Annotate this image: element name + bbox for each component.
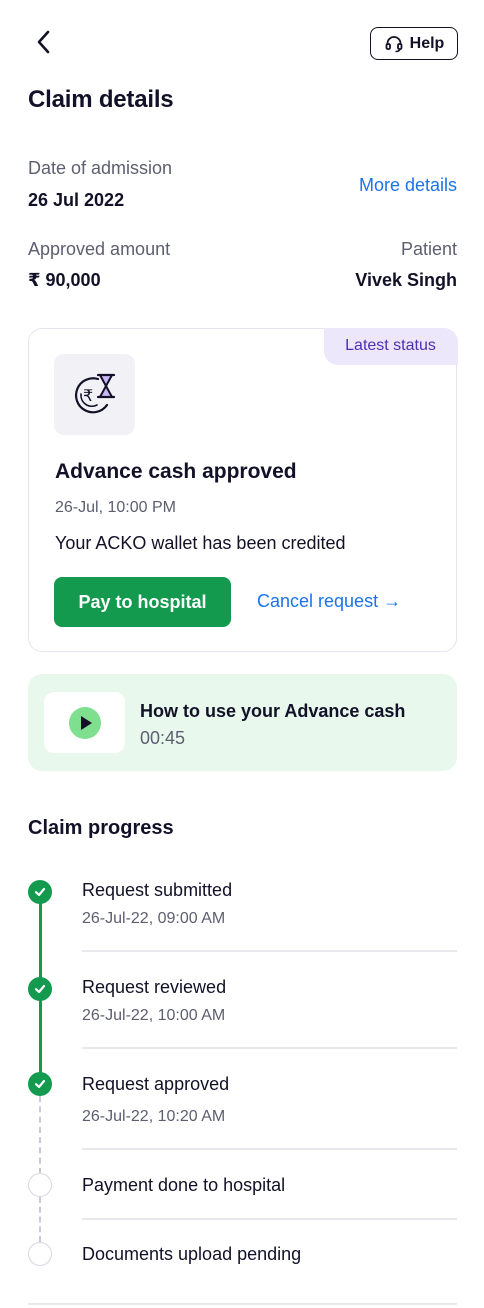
timeline-connector-pending xyxy=(39,1197,41,1242)
pay-to-hospital-button[interactable]: Pay to hospital xyxy=(54,577,231,627)
video-thumbnail[interactable] xyxy=(44,692,125,753)
status-title: Advance cash approved xyxy=(55,460,297,483)
video-duration: 00:45 xyxy=(140,728,186,748)
step-divider xyxy=(82,1218,457,1220)
timeline-connector xyxy=(38,989,42,1084)
status-time: 26-Jul, 10:00 PM xyxy=(55,499,176,516)
patient-label: Patient xyxy=(400,239,457,259)
step-pending-indicator xyxy=(28,1173,52,1197)
svg-text:₹: ₹ xyxy=(83,386,93,405)
admission-date-label: Date of admission xyxy=(28,158,173,178)
bottom-divider xyxy=(28,1303,457,1305)
page-title: Claim details xyxy=(28,86,174,113)
timeline-connector xyxy=(38,892,42,989)
step-pending-indicator xyxy=(28,1242,52,1266)
step-done-indicator xyxy=(28,1072,52,1096)
check-icon xyxy=(34,984,46,994)
cancel-request-link[interactable]: Cancel request → xyxy=(257,591,401,612)
chevron-left-icon xyxy=(37,30,50,54)
help-label: Help xyxy=(409,34,445,52)
step-time: 26-Jul-22, 09:00 AM xyxy=(82,910,226,927)
step-done-indicator xyxy=(28,880,52,904)
back-button[interactable] xyxy=(28,26,60,58)
latest-status-card: Latest status ₹ Advance cash approved 26… xyxy=(28,327,458,652)
step-title: Request reviewed xyxy=(82,977,227,997)
status-icon-container: ₹ xyxy=(54,354,135,435)
more-details-link[interactable]: More details xyxy=(359,175,457,196)
headset-icon xyxy=(385,35,403,52)
step-divider xyxy=(82,1148,457,1150)
video-title: How to use your Advance cash xyxy=(140,701,406,721)
rupee-hourglass-icon: ₹ xyxy=(74,373,115,413)
timeline-connector-pending xyxy=(39,1096,41,1174)
latest-status-badge: Latest status xyxy=(323,327,458,365)
step-title: Documents upload pending xyxy=(82,1244,302,1264)
how-to-video-card[interactable]: How to use your Advance cash 00:45 xyxy=(28,674,457,771)
help-button[interactable]: Help xyxy=(370,27,458,60)
check-icon xyxy=(34,1079,46,1089)
step-done-indicator xyxy=(28,977,52,1001)
status-message: Your ACKO wallet has been credited xyxy=(55,533,346,553)
step-title: Payment done to hospital xyxy=(82,1175,286,1195)
patient-value: Vivek Singh xyxy=(355,270,457,290)
step-title: Request approved xyxy=(82,1074,230,1094)
step-divider xyxy=(82,1047,457,1049)
step-time: 26-Jul-22, 10:20 AM xyxy=(82,1108,226,1125)
step-time: 26-Jul-22, 10:00 AM xyxy=(82,1007,226,1024)
approved-amount-value: ₹ 90,000 xyxy=(28,270,101,290)
admission-date-value: 26 Jul 2022 xyxy=(28,190,125,210)
claim-progress-title: Claim progress xyxy=(28,817,174,839)
approved-amount-label: Approved amount xyxy=(28,239,171,259)
step-divider xyxy=(82,950,457,952)
check-icon xyxy=(34,887,46,897)
step-title: Request submitted xyxy=(82,880,233,900)
play-icon xyxy=(68,706,101,739)
